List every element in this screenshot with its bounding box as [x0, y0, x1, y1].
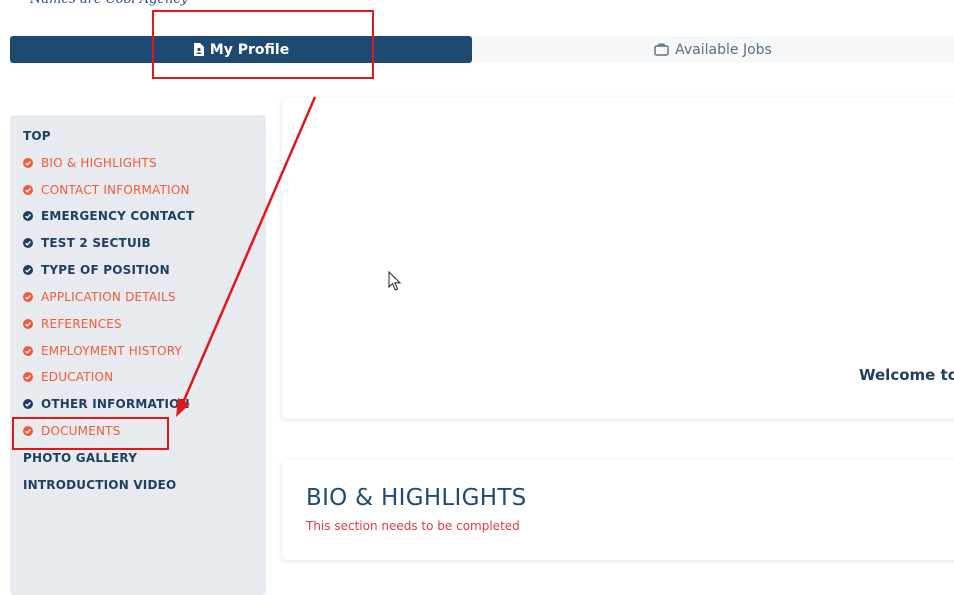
tab-available-jobs-label: Available Jobs [675, 41, 772, 58]
welcome-card: Welcome to [282, 98, 954, 419]
welcome-text: Welcome to [859, 366, 954, 384]
sidebar-item-introduction-video[interactable]: INTRODUCTION VIDEO [23, 478, 176, 492]
briefcase-icon [654, 43, 669, 56]
profile-section-nav: TOP BIO & HIGHLIGHTS CONTACT INFORMATION… [10, 115, 266, 595]
sidebar-item-photo-gallery[interactable]: PHOTO GALLERY [23, 451, 137, 465]
sidebar-item-label: PHOTO GALLERY [23, 451, 138, 465]
sidebar-item-references[interactable]: REFERENCES [23, 317, 122, 331]
complete-check-icon [23, 211, 33, 221]
sidebar-item-label: OTHER INFORMATION [41, 397, 190, 411]
bio-highlights-card: BIO & HIGHLIGHTS This section needs to b… [282, 460, 954, 560]
sidebar-item-application-details[interactable]: APPLICATION DETAILS [23, 290, 176, 304]
sidebar-item-label: TEST 2 SECTUIB [41, 236, 151, 250]
sidebar-item-label: EDUCATION [41, 370, 114, 384]
section-incomplete-warning: This section needs to be completed [306, 519, 520, 533]
sidebar-item-education[interactable]: EDUCATION [23, 370, 113, 384]
incomplete-check-icon [23, 346, 33, 356]
sidebar-item-label: INTRODUCTION VIDEO [23, 478, 177, 492]
incomplete-check-icon [23, 319, 33, 329]
incomplete-check-icon [23, 185, 33, 195]
sidebar-item-label: EMERGENCY CONTACT [41, 209, 195, 223]
mouse-pointer-icon [388, 271, 402, 291]
incomplete-check-icon [23, 292, 33, 302]
sidebar-item-emergency-contact[interactable]: EMERGENCY CONTACT [23, 209, 194, 223]
complete-check-icon [23, 238, 33, 248]
sidebar-item-label: APPLICATION DETAILS [41, 290, 176, 304]
sidebar-item-bio-highlights[interactable]: BIO & HIGHLIGHTS [23, 156, 157, 170]
sidebar-item-employment-history[interactable]: EMPLOYMENT HISTORY [23, 344, 182, 358]
sidebar-item-test-2-sectuib[interactable]: TEST 2 SECTUIB [23, 236, 151, 250]
sidebar-item-top[interactable]: TOP [23, 129, 51, 143]
incomplete-check-icon [23, 158, 33, 168]
sidebar-item-label: CONTACT INFORMATION [41, 183, 190, 197]
section-title: BIO & HIGHLIGHTS [306, 485, 527, 511]
sidebar-item-label: REFERENCES [41, 317, 122, 331]
sidebar-item-label: BIO & HIGHLIGHTS [41, 156, 157, 170]
sidebar-item-label: EMPLOYMENT HISTORY [41, 344, 183, 358]
complete-check-icon [23, 399, 33, 409]
incomplete-check-icon [23, 372, 33, 382]
sidebar-item-label: TYPE OF POSITION [41, 263, 170, 277]
agency-logo: Names are Cool Agency [30, 0, 188, 10]
annotation-box-documents [12, 417, 169, 450]
sidebar-item-contact-information[interactable]: CONTACT INFORMATION [23, 183, 190, 197]
sidebar-item-other-information[interactable]: OTHER INFORMATION [23, 397, 190, 411]
tab-available-jobs[interactable]: Available Jobs [472, 36, 954, 63]
sidebar-item-type-of-position[interactable]: TYPE OF POSITION [23, 263, 170, 277]
complete-check-icon [23, 265, 33, 275]
annotation-box-my-profile [152, 10, 374, 79]
sidebar-item-label: TOP [23, 129, 51, 143]
